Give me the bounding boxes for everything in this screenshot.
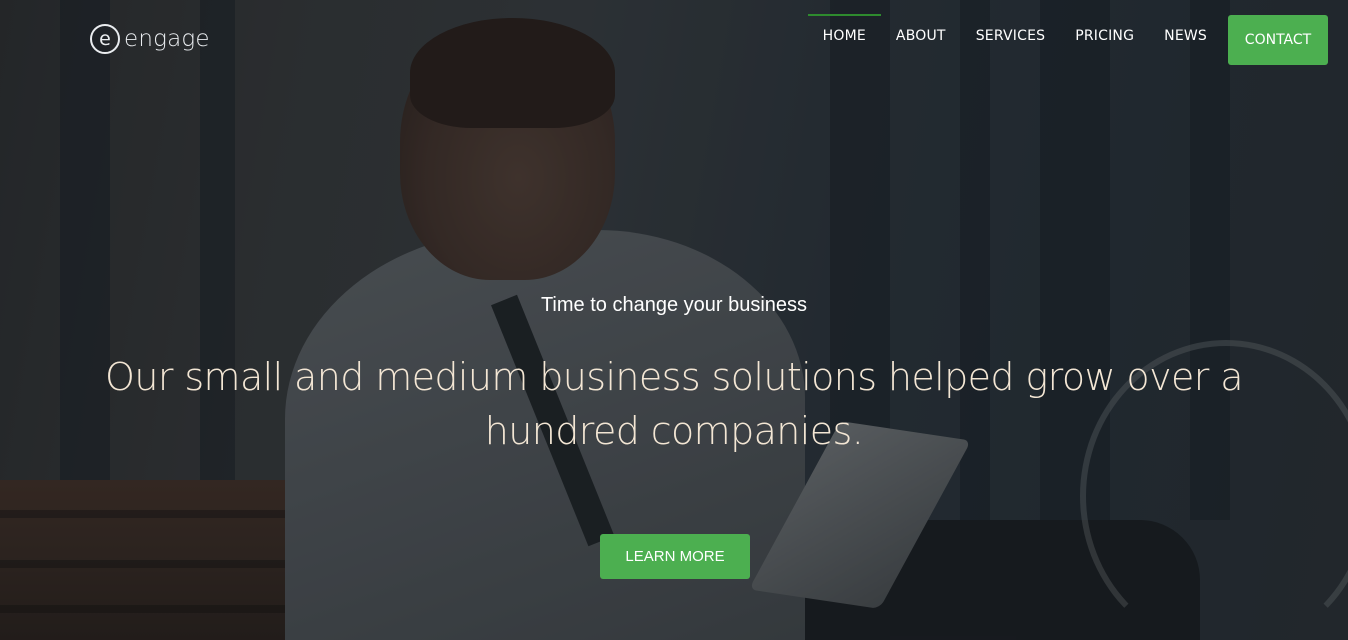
hero-tagline: Time to change your business — [540, 294, 808, 316]
circle-e-logo-icon: e — [90, 24, 120, 54]
nav-item-news[interactable]: NEWS — [1149, 14, 1222, 50]
main-nav: HOME ABOUT SERVICES PRICING NEWS CONTACT — [807, 14, 1328, 65]
nav-item-home[interactable]: HOME — [807, 14, 882, 50]
brand-name: engage — [124, 26, 210, 52]
contact-button[interactable]: CONTACT — [1228, 15, 1328, 65]
nav-item-services[interactable]: SERVICES — [961, 14, 1061, 50]
hero-headline: Our small and medium business solutions … — [105, 355, 1244, 453]
learn-more-button[interactable]: LEARN MORE — [600, 534, 750, 579]
nav-item-about[interactable]: ABOUT — [881, 14, 961, 50]
nav-item-pricing[interactable]: PRICING — [1060, 14, 1149, 50]
brand-logo[interactable]: e engage — [90, 24, 210, 54]
hero-section: e engage HOME ABOUT SERVICES PRICING NEW… — [0, 0, 1348, 640]
